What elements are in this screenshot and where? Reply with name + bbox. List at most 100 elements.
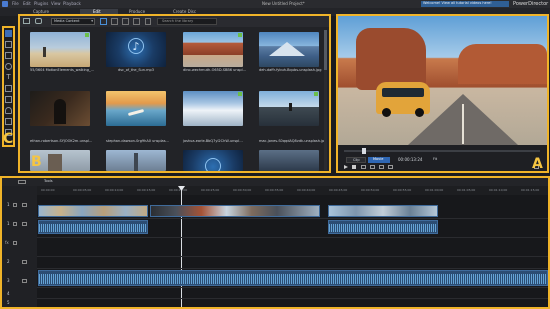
chapter-room-icon[interactable] <box>5 118 12 125</box>
view-audio-icon[interactable] <box>133 18 140 25</box>
thumb-beach-video[interactable] <box>30 32 90 67</box>
waveform <box>39 274 547 284</box>
project-title: New Untitled Project* <box>262 1 305 6</box>
track-2-number: 2 <box>7 259 10 264</box>
media-filter-dropdown[interactable]: Media Content ▾ <box>51 18 95 25</box>
prev-frame-icon[interactable] <box>361 165 366 169</box>
building-shape <box>48 154 62 171</box>
library-scroll-thumb[interactable] <box>324 30 327 70</box>
ruler-tick-label: 00:01:05;00 <box>457 188 476 192</box>
thumb-snow-mountains[interactable] <box>183 91 243 126</box>
ruler-ticks: 00:00:00 00:00:05;00 00:00:10;00 00:00:15;0… <box>37 187 548 195</box>
van-wheel-left <box>382 108 391 117</box>
import-icon[interactable] <box>23 18 30 24</box>
timeline-view-icon[interactable] <box>18 180 26 184</box>
chevron-down-icon: ▾ <box>91 19 93 23</box>
transition-room-icon[interactable] <box>5 85 12 92</box>
fx-track-lock-icon[interactable] <box>13 241 17 245</box>
stop-icon[interactable] <box>352 165 356 169</box>
view-all-icon[interactable] <box>100 18 107 25</box>
ruler-tick-label: 00:00:25;00 <box>201 188 220 192</box>
ruler-tick-label: 00:00:40;00 <box>297 188 316 192</box>
playback-slider-handle[interactable] <box>362 148 366 154</box>
ruler-tick-label: 00:00:45;00 <box>329 188 348 192</box>
waveform <box>39 224 147 232</box>
audio-mixing-icon[interactable] <box>5 96 12 103</box>
preview-video[interactable] <box>338 16 547 145</box>
video-clip-1[interactable] <box>38 205 148 217</box>
ruler-tick-label: 00:00:10;00 <box>105 188 124 192</box>
video-clip-3[interactable] <box>328 205 438 217</box>
thumb-dark-room[interactable] <box>30 91 90 126</box>
thumb-label-6: stephan-dawson-0rg9hA0 unsplas... <box>106 139 169 143</box>
menu-playback[interactable]: Playback <box>63 2 81 6</box>
rock-formation-right <box>458 44 547 84</box>
voice-over-icon[interactable] <box>5 107 12 114</box>
track-2-visible-icon[interactable] <box>22 260 27 264</box>
road-line <box>462 104 464 144</box>
title-room-icon[interactable]: T <box>5 74 12 81</box>
snapshot-icon[interactable] <box>379 165 384 169</box>
fx-room-icon[interactable] <box>5 41 12 48</box>
thumb-city-night[interactable] <box>259 150 319 171</box>
menu-edit[interactable]: Edit <box>23 2 31 6</box>
thumb-audio-2[interactable] <box>183 150 243 171</box>
tools-menu[interactable]: Tools <box>44 179 53 184</box>
timecode-display: 00:00:13:24 <box>398 157 423 162</box>
menu-plugins[interactable]: Plugins <box>34 2 48 6</box>
app-name: PowerDirector <box>513 1 549 7</box>
thumb-label-8: mac-jones-S0qqdAQ8vdk-unsplash.jpg <box>259 139 327 143</box>
track-1-lock-icon[interactable] <box>13 203 17 207</box>
audio-clip-2[interactable] <box>328 220 438 234</box>
track-divider <box>37 237 548 238</box>
pip-room-icon[interactable] <box>5 52 12 59</box>
view-video-icon[interactable] <box>111 18 118 25</box>
clip-mode-label: Clip <box>353 158 360 162</box>
audio-clip-1[interactable] <box>38 220 148 234</box>
track-3-audio-icon[interactable] <box>22 279 27 283</box>
thumb-mountain-lake[interactable] <box>259 32 319 67</box>
fx-track-icon[interactable]: fx <box>5 241 9 245</box>
next-frame-icon[interactable] <box>370 165 375 169</box>
plugin-icon[interactable] <box>35 18 42 24</box>
rock-formation-left <box>356 28 426 90</box>
thumb-audio-mp3[interactable]: ♪ <box>106 32 166 67</box>
menu-view[interactable]: View <box>51 2 61 6</box>
notification-text[interactable]: Welcome! View all tutorial videos here! <box>423 1 492 6</box>
thumb-city[interactable] <box>106 150 166 171</box>
ruler-tick-label: 00:01:00;00 <box>425 188 444 192</box>
volume-icon[interactable] <box>388 165 393 169</box>
zoom-select[interactable]: Fit <box>433 157 437 162</box>
ruler-tick-label: 00:00:55;00 <box>393 188 412 192</box>
track-1-visible-icon[interactable] <box>22 203 27 207</box>
particle-room-icon[interactable] <box>5 63 12 70</box>
movie-mode-label: Movie <box>373 157 384 161</box>
track-divider <box>37 268 548 269</box>
track-1a-visible-icon[interactable] <box>22 222 27 226</box>
track-1a-audio-icon[interactable] <box>13 222 17 226</box>
beach-figure <box>43 47 46 57</box>
clip-mode-button[interactable]: Clip <box>346 157 366 163</box>
search-placeholder: Search the library <box>162 19 194 23</box>
callout-a: A <box>532 156 543 172</box>
play-icon[interactable] <box>344 165 348 169</box>
thumb-label-3: dino-wechmuth-O65D-SBB6 unspl... <box>183 68 246 72</box>
view-photo-icon[interactable] <box>122 18 129 25</box>
check-icon <box>314 92 318 96</box>
track-1a-number: 1 <box>7 221 10 226</box>
sort-icon[interactable] <box>145 18 151 25</box>
media-room-icon[interactable] <box>5 30 12 37</box>
thumb-surfer[interactable] <box>106 91 166 126</box>
ruler-tick-label: 00:00:15;00 <box>137 188 156 192</box>
thumb-label-4: deh-daffr-fybuh-Bqubs-unsplash.jpg <box>259 68 322 72</box>
movie-mode-button[interactable]: Movie <box>368 157 390 163</box>
ruler-tick-label: 00:00:50;00 <box>361 188 380 192</box>
video-clip-2[interactable] <box>150 205 320 217</box>
music-clip[interactable] <box>38 270 548 286</box>
ruler-tick-label: 00:00:20;00 <box>169 188 188 192</box>
search-input[interactable]: Search the library <box>157 18 217 25</box>
thumb-cliff-hiker[interactable] <box>259 91 319 126</box>
menu-file[interactable]: File <box>12 2 19 6</box>
thumb-desert-road-1[interactable] <box>183 32 243 67</box>
playback-slider[interactable] <box>344 150 540 152</box>
